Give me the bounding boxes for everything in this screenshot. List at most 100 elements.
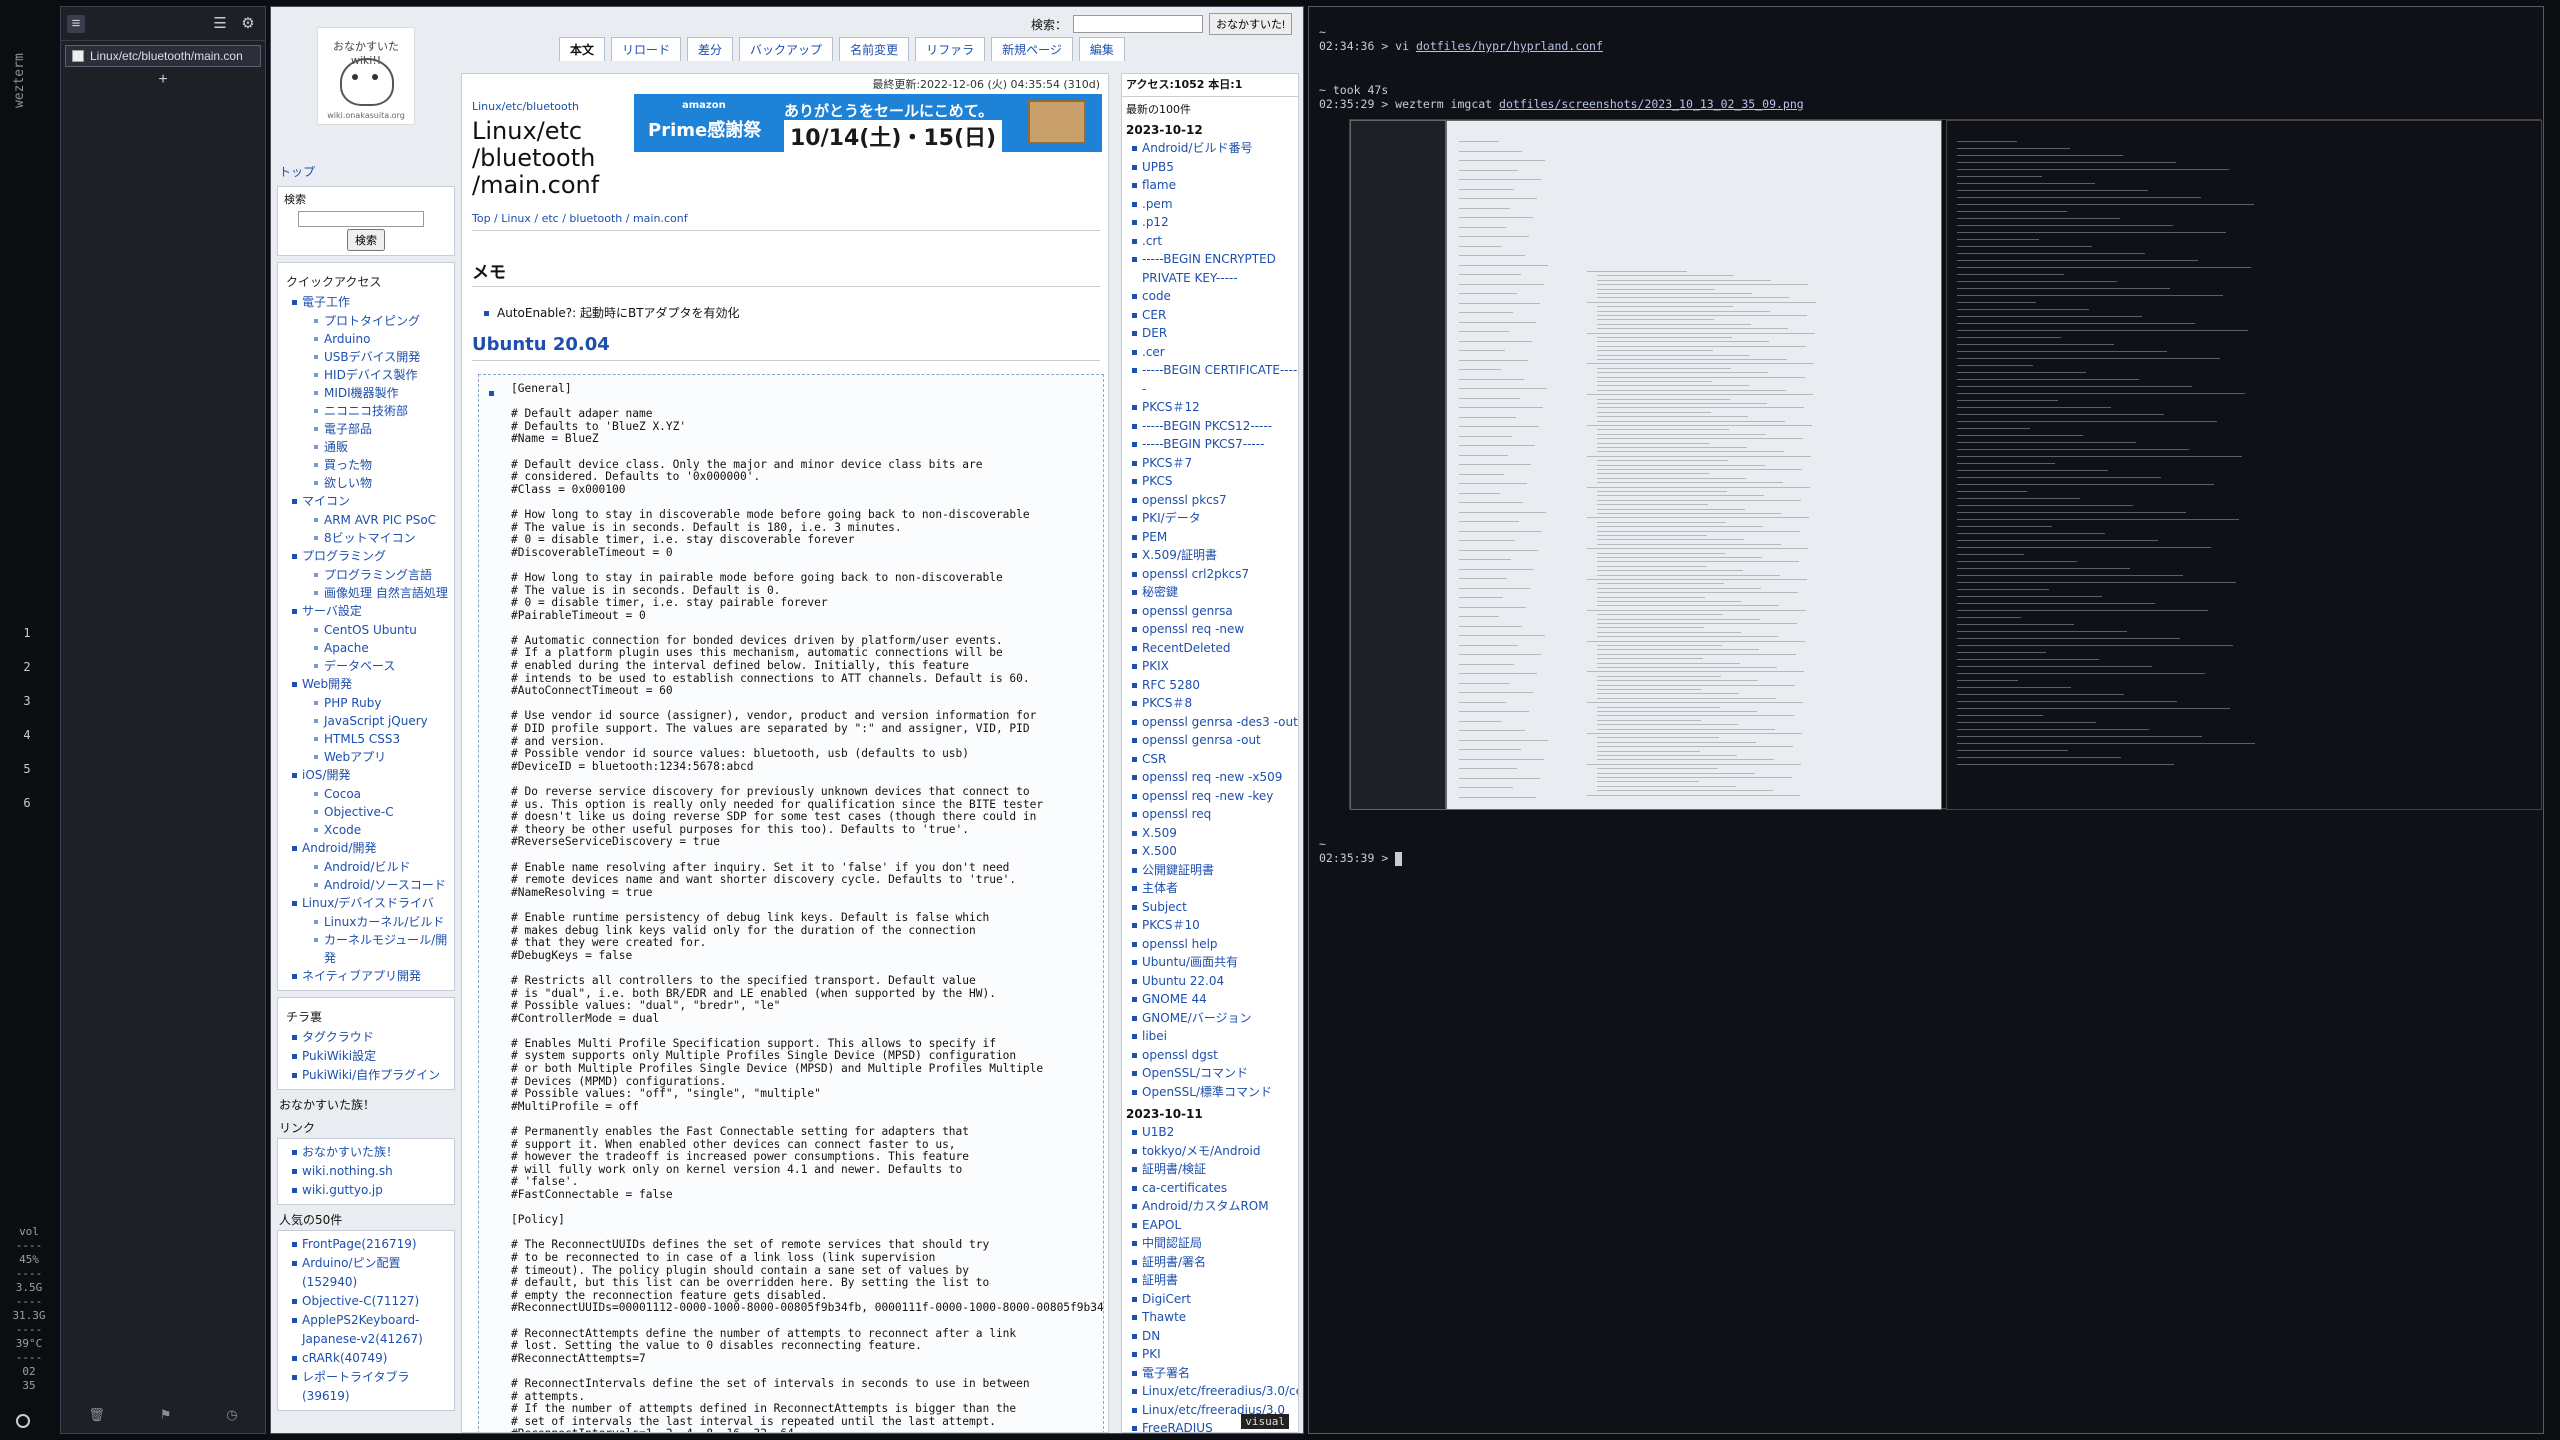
- submenu-item[interactable]: 8ビットマイコン: [314, 529, 448, 547]
- misc-item[interactable]: PukiWiki/自作プラグイン: [292, 1066, 448, 1085]
- workspace-2[interactable]: 2: [0, 660, 54, 674]
- recent-item[interactable]: PEM: [1132, 528, 1298, 547]
- recent-item[interactable]: CER: [1132, 306, 1298, 325]
- recent-item[interactable]: PKCS＃10: [1132, 916, 1298, 935]
- breadcrumb-path[interactable]: Top / Linux / etc / bluetooth / main.con…: [472, 212, 688, 225]
- top-search-button[interactable]: おなかすいた!: [1209, 13, 1293, 35]
- recent-item[interactable]: 秘密鍵: [1132, 583, 1298, 602]
- recent-item[interactable]: openssl crl2pkcs7: [1132, 565, 1298, 584]
- recent-item[interactable]: openssl req -new: [1132, 620, 1298, 639]
- recent-item[interactable]: OpenSSL/コマンド: [1132, 1064, 1298, 1083]
- tab-7[interactable]: 編集: [1078, 37, 1125, 61]
- submenu-item[interactable]: 通販: [314, 438, 448, 456]
- recent-item[interactable]: openssl req -new -key: [1132, 787, 1298, 806]
- breadcrumb-parent[interactable]: Linux/etc/bluetooth: [472, 100, 579, 113]
- popular-item[interactable]: ApplePS2Keyboard-Japanese-v2(41267): [292, 1311, 448, 1349]
- tab-active[interactable]: Linux/etc/bluetooth/main.con: [65, 45, 261, 67]
- recent-item[interactable]: openssl genrsa: [1132, 602, 1298, 621]
- top-link[interactable]: トップ: [279, 163, 455, 180]
- recent-item[interactable]: ca-certificates: [1132, 1179, 1298, 1198]
- recent-item[interactable]: U1B2: [1132, 1123, 1298, 1142]
- submenu-item[interactable]: カーネルモジュール/開発: [314, 931, 448, 967]
- submenu-item[interactable]: プログラミング言語: [314, 566, 448, 584]
- recent-item[interactable]: 主体者: [1132, 879, 1298, 898]
- workspace-5[interactable]: 5: [0, 762, 54, 776]
- recent-item[interactable]: Thawte: [1132, 1308, 1298, 1327]
- recent-item[interactable]: Subject: [1132, 898, 1298, 917]
- tab-4[interactable]: 名前変更: [839, 37, 910, 61]
- menu-item[interactable]: マイコン ARM AVR PIC PSoC 8ビットマイコン: [292, 492, 448, 547]
- recent-item[interactable]: Android/カスタムROM: [1132, 1197, 1298, 1216]
- submenu-item[interactable]: プロトタイピング: [314, 312, 448, 330]
- recent-item[interactable]: PKCS＃12: [1132, 398, 1298, 417]
- misc-item[interactable]: タグクラウド: [292, 1028, 448, 1047]
- menu-item[interactable]: Linux/デバイスドライバ Linuxカーネル/ビルド カーネルモジュール/開発: [292, 894, 448, 967]
- recent-item[interactable]: 電子署名: [1132, 1364, 1298, 1383]
- recent-item[interactable]: 中間認証局: [1132, 1234, 1298, 1253]
- recent-item[interactable]: CSR: [1132, 750, 1298, 769]
- settings-gear-icon[interactable]: ⚙: [239, 15, 257, 33]
- links-item[interactable]: wiki.guttyo.jp: [292, 1181, 448, 1200]
- tab-1[interactable]: リロード: [611, 37, 682, 61]
- workspace-1[interactable]: 1: [0, 626, 54, 640]
- top-search-input[interactable]: [1073, 15, 1204, 33]
- submenu-item[interactable]: MIDI機器製作: [314, 384, 448, 402]
- distro-logo-icon[interactable]: [16, 1414, 30, 1428]
- recent-item[interactable]: 公開鍵証明書: [1132, 861, 1298, 880]
- tab-3[interactable]: バックアップ: [739, 37, 834, 61]
- recent-item[interactable]: openssl dgst: [1132, 1046, 1298, 1065]
- submenu-item[interactable]: Xcode: [314, 821, 448, 839]
- submenu-item[interactable]: ニコニコ技術部: [314, 402, 448, 420]
- popular-item[interactable]: cRARk(40749): [292, 1349, 448, 1368]
- recent-item[interactable]: RecentDeleted: [1132, 639, 1298, 658]
- ad-banner[interactable]: amazon Prime感謝祭 ありがとうをセールにこめて。 10/14(土)・…: [634, 94, 1102, 152]
- recent-item[interactable]: 証明書: [1132, 1271, 1298, 1290]
- recent-item[interactable]: .cer: [1132, 343, 1298, 362]
- new-tab-button[interactable]: +: [61, 71, 265, 89]
- recent-item[interactable]: -----BEGIN ENCRYPTED PRIVATE KEY-----: [1132, 250, 1298, 287]
- menu-item[interactable]: プログラミング プログラミング言語 画像処理 自然言語処理: [292, 547, 448, 602]
- submenu-item[interactable]: 電子部品: [314, 420, 448, 438]
- recent-item[interactable]: GNOME/バージョン: [1132, 1009, 1298, 1028]
- bookmark-icon[interactable]: ⚑: [160, 1407, 172, 1423]
- recent-item[interactable]: DigiCert: [1132, 1290, 1298, 1309]
- recent-item[interactable]: Ubuntu 22.04: [1132, 972, 1298, 991]
- recent-item[interactable]: EAPOL: [1132, 1216, 1298, 1235]
- recent-item[interactable]: openssl genrsa -out: [1132, 731, 1298, 750]
- sidebar-menu-icon[interactable]: ≡: [67, 15, 85, 33]
- menu-item[interactable]: サーバ設定 CentOS Ubuntu Apache データベース: [292, 602, 448, 675]
- submenu-item[interactable]: Cocoa: [314, 785, 448, 803]
- recent-item[interactable]: openssl req -new -x509: [1132, 768, 1298, 787]
- recent-item[interactable]: Ubuntu/画面共有: [1132, 953, 1298, 972]
- recent-item[interactable]: GNOME 44: [1132, 990, 1298, 1009]
- submenu-item[interactable]: 買った物: [314, 456, 448, 474]
- submenu-item[interactable]: Webアプリ: [314, 748, 448, 766]
- submenu-item[interactable]: Arduino: [314, 330, 448, 348]
- submenu-item[interactable]: Android/ソースコード: [314, 876, 448, 894]
- recent-item[interactable]: -----BEGIN PKCS7-----: [1132, 435, 1298, 454]
- recent-item[interactable]: openssl req: [1132, 805, 1298, 824]
- submenu-item[interactable]: 欲しい物: [314, 474, 448, 492]
- recent-item[interactable]: flame: [1132, 176, 1298, 195]
- menu-item[interactable]: ネイティブアプリ開発: [292, 967, 448, 986]
- recent-item[interactable]: openssl help: [1132, 935, 1298, 954]
- recent-item[interactable]: .p12: [1132, 213, 1298, 232]
- recent-item[interactable]: Android/ビルド番号: [1132, 139, 1298, 158]
- recent-item[interactable]: PKIX: [1132, 657, 1298, 676]
- search-button[interactable]: 検索: [347, 229, 385, 251]
- menu-item[interactable]: 電子工作 プロトタイピング Arduino USBデバイス開発 HIDデバイス製作 MID…: [292, 293, 448, 492]
- recent-item[interactable]: 証明書/署名: [1132, 1253, 1298, 1272]
- submenu-item[interactable]: USBデバイス開発: [314, 348, 448, 366]
- recent-item[interactable]: PKCS＃8: [1132, 694, 1298, 713]
- submenu-item[interactable]: PHP Ruby: [314, 694, 448, 712]
- tab-5[interactable]: リファラ: [915, 37, 986, 61]
- submenu-item[interactable]: Apache: [314, 639, 448, 657]
- recent-item[interactable]: X.509: [1132, 824, 1298, 843]
- terminal-pane[interactable]: ~ 02:34:36 > vi dotfiles/hypr/hyprland.c…: [1308, 6, 2544, 1434]
- recent-item[interactable]: openssl pkcs7: [1132, 491, 1298, 510]
- recent-item[interactable]: X.509/証明書: [1132, 546, 1298, 565]
- recent-item[interactable]: .crt: [1132, 232, 1298, 251]
- popular-item[interactable]: Objective-C(71127): [292, 1292, 448, 1311]
- submenu-item[interactable]: CentOS Ubuntu: [314, 621, 448, 639]
- recent-item[interactable]: DN: [1132, 1327, 1298, 1346]
